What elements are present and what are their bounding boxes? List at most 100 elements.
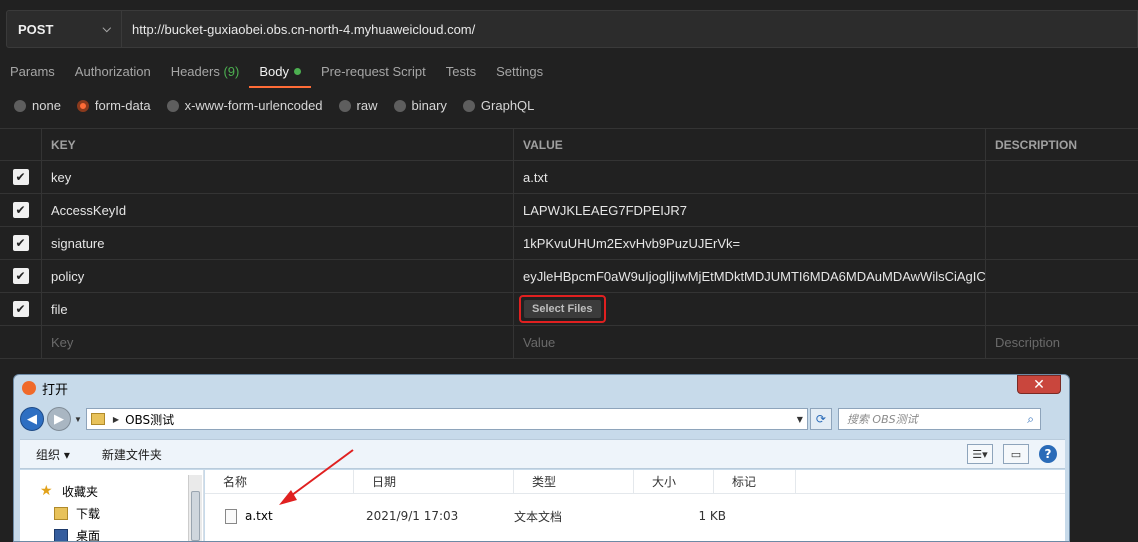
search-placeholder: 搜索 OBS测试 [846,413,918,426]
search-input[interactable]: 搜索 OBS测试 ⌕ [837,408,1041,430]
tab-label: Tests [445,64,477,79]
checkbox-checked-icon[interactable]: ✔ [12,235,29,251]
tree-item-favorites[interactable]: ★ 收藏夹 [20,480,203,502]
tree-label: 下载 [76,506,101,521]
organize-menu[interactable]: 组织 ▾ [20,446,86,463]
radio-label: GraphQL [480,98,535,113]
table-row: ✔ AccessKeyId LAPWJKLEAEG7FDPEIJR7 [0,194,1138,227]
description-cell[interactable] [986,227,1138,259]
navigation-bar: ◀ ▶ ▼ ▶ OBS测试 ▼ ⟳ 搜索 OBS测试 ⌕ [20,407,1065,431]
column-name[interactable]: 名称 [205,469,354,494]
radio-label: none [32,98,61,113]
new-key-input[interactable]: Key [42,326,514,358]
table-row-new: Key Value Description [0,326,1138,359]
file-name-cell: a.txt [205,508,354,524]
radio-form-data[interactable]: form-data [76,98,151,113]
scrollbar-thumb[interactable] [191,491,200,541]
tab-pre-request-script[interactable]: Pre-request Script [311,58,436,88]
tab-label: Headers [170,64,220,79]
tab-label: Pre-request Script [320,64,426,79]
new-value-input[interactable]: Value [514,326,986,358]
history-dropdown-icon[interactable]: ▼ [74,415,82,424]
checkbox-checked-icon[interactable]: ✔ [12,169,29,185]
request-tabs: Params Authorization Headers (9) Body Pr… [0,58,553,88]
file-type: 文本文档 [514,509,563,524]
dialog-toolbar: 组织 ▾ 新建文件夹 ☰▾ ▭ ? [20,439,1065,469]
chevron-down-icon: ⌵ [102,22,111,35]
radio-circle-icon [166,99,179,112]
value-cell[interactable]: 1kPKvuUHUm2ExvHvb9PuzUJErVk= [514,227,986,259]
checkbox-checked-icon[interactable]: ✔ [12,301,29,317]
method-select[interactable]: POST ⌵ [6,10,122,48]
tree-item-downloads[interactable]: 下载 [20,502,203,524]
row-checkbox-cell: ✔ [0,194,42,226]
tab-label: Body [259,64,289,79]
tree-item-desktop[interactable]: 桌面 [20,524,203,541]
url-input[interactable]: http://bucket-guxiaobei.obs.cn-north-4.m… [122,10,1138,48]
checkbox-checked-icon[interactable]: ✔ [12,202,29,218]
column-tags[interactable]: 标记 [714,469,796,494]
value-cell[interactable]: eyJleHBpcmF0aW9uIjoglljIwMjEtMDktMDJUMTI… [514,260,986,292]
view-options-icon[interactable]: ☰▾ [967,444,993,464]
text-file-icon [225,508,237,524]
address-dropdown-icon[interactable]: ▼ [797,415,803,424]
active-dot-icon [293,68,301,75]
description-cell[interactable] [986,161,1138,193]
radio-label: form-data [94,98,151,113]
navigation-scrollbar[interactable] [188,475,202,541]
form-data-table: KEY VALUE DESCRIPTION ✔ key a.txt ✔ Acce… [0,128,1138,359]
refresh-icon[interactable]: ⟳ [809,408,832,430]
value-cell[interactable]: a.txt [514,161,986,193]
new-description-input[interactable]: Description [986,326,1138,358]
tab-body[interactable]: Body [249,58,311,88]
forward-arrow-icon[interactable]: ▶ [47,407,71,431]
file-row[interactable]: a.txt 2021/9/1 17:03 文本文档 1 KB [205,502,1065,530]
checkbox-checked-icon[interactable]: ✔ [12,268,29,284]
radio-none[interactable]: none [14,98,61,113]
radio-graphql[interactable]: GraphQL [462,98,535,113]
column-date[interactable]: 日期 [354,469,514,494]
tab-tests[interactable]: Tests [436,58,486,88]
key-cell[interactable]: signature [42,227,514,259]
folder-icon [90,413,105,425]
back-arrow-icon[interactable]: ◀ [20,407,44,431]
help-icon[interactable]: ? [1039,445,1057,463]
new-folder-button[interactable]: 新建文件夹 [86,446,178,463]
key-cell[interactable]: AccessKeyId [42,194,514,226]
address-bar[interactable]: ▶ OBS测试 ▼ [85,408,808,430]
radio-x-www-form-urlencoded[interactable]: x-www-form-urlencoded [166,98,323,113]
tab-label: Params [10,64,55,79]
key-cell[interactable]: file [42,293,514,325]
table-row: ✔ policy eyJleHBpcmF0aW9uIjoglljIwMjEtMD… [0,260,1138,293]
tab-label: Settings [496,64,544,79]
column-type[interactable]: 类型 [514,469,634,494]
description-cell[interactable] [986,194,1138,226]
file-name: a.txt [245,509,273,523]
request-bar: POST ⌵ http://bucket-guxiaobei.obs.cn-no… [6,10,1138,48]
radio-binary[interactable]: binary [393,98,447,113]
key-cell[interactable]: policy [42,260,514,292]
header-spacer [0,129,42,160]
radio-circle-icon [393,99,406,112]
row-checkbox-cell: ✔ [0,260,42,292]
radio-raw[interactable]: raw [338,98,378,113]
navigation-pane: ★ 收藏夹 下载 桌面 [20,470,204,541]
key-cell[interactable]: key [42,161,514,193]
search-icon: ⌕ [1027,411,1034,426]
value-cell[interactable]: LAPWJKLEAEG7FDPEIJR7 [514,194,986,226]
tab-headers[interactable]: Headers (9) [161,58,250,88]
tab-authorization[interactable]: Authorization [65,58,161,88]
description-cell[interactable] [986,260,1138,292]
description-cell[interactable] [986,293,1138,325]
close-button[interactable]: ✕ [1017,375,1061,394]
tab-settings[interactable]: Settings [486,58,553,88]
breadcrumb-folder[interactable]: OBS测试 [125,411,174,428]
column-size[interactable]: 大小 [634,469,714,494]
header-value: VALUE [514,129,986,160]
table-row: ✔ signature 1kPKvuUHUm2ExvHvb9PuzUJErVk= [0,227,1138,260]
select-files-button[interactable]: Select Files [524,300,601,318]
table-row: ✔ key a.txt [0,161,1138,194]
breadcrumb-arrow-icon[interactable]: ▶ [113,415,119,424]
tab-params[interactable]: Params [0,58,65,88]
preview-pane-icon[interactable]: ▭ [1003,444,1029,464]
